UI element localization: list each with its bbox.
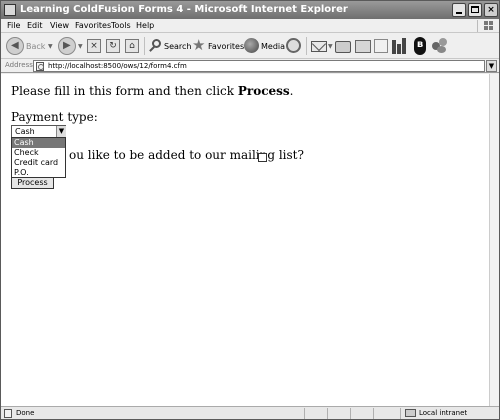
chevron-down-icon: ▼ <box>488 62 495 70</box>
address-bar: Address http://localhost:8500/ows/12/for… <box>1 59 499 73</box>
address-input[interactable]: http://localhost:8500/ows/12/form4.cfm <box>33 60 485 72</box>
menu-file[interactable]: File <box>7 21 20 30</box>
menu-bar: File Edit View Favorites Tools Help <box>1 19 499 33</box>
history-icon[interactable] <box>286 38 301 53</box>
mail-dropdown-icon[interactable]: ▼ <box>328 43 333 50</box>
close-icon: × <box>487 5 495 15</box>
home-button[interactable]: ⌂ <box>125 39 139 53</box>
intranet-zone-icon <box>405 409 416 417</box>
page-icon <box>4 409 12 418</box>
page-content: Please fill in this form and then click … <box>1 74 489 406</box>
status-divider <box>304 408 305 419</box>
toolbar: ◀ Back ▼ ▶ ▼ × ↻ ⌂ Search ★ Favorites Me… <box>1 33 499 59</box>
status-divider <box>350 408 351 419</box>
research-icon[interactable] <box>392 38 408 54</box>
back-button[interactable]: ◀ <box>6 37 24 55</box>
intro-suffix: . <box>289 84 294 98</box>
minimize-icon <box>456 12 462 14</box>
intro-process-word: Process <box>237 84 290 98</box>
forward-button[interactable]: ▶ <box>58 37 76 55</box>
address-dropdown-button[interactable]: ▼ <box>486 60 497 72</box>
chevron-down-icon: ▼ <box>58 127 65 135</box>
payment-type-options: Cash Check Credit card P.O. <box>11 137 66 178</box>
forward-dropdown-icon[interactable]: ▼ <box>78 43 83 50</box>
payment-type-label: Payment type: <box>11 110 98 124</box>
edit-icon[interactable] <box>355 40 371 53</box>
minimize-button[interactable] <box>452 3 466 17</box>
option-check[interactable]: Check <box>12 148 65 158</box>
forward-arrow-icon: ▶ <box>63 40 71 51</box>
back-label[interactable]: Back <box>26 42 45 51</box>
toolbar-separator <box>144 37 145 55</box>
status-text: Done <box>16 409 35 417</box>
status-bar: Done Local intranet <box>1 406 499 419</box>
security-zone: Local intranet <box>419 409 468 417</box>
messenger-icon[interactable] <box>432 38 448 54</box>
address-label: Address <box>5 61 33 69</box>
mailing-list-checkbox[interactable] <box>258 153 267 162</box>
browser-window: Learning ColdFusion Forms 4 - Microsoft … <box>0 0 500 420</box>
menu-edit[interactable]: Edit <box>27 21 43 30</box>
home-icon: ⌂ <box>129 41 135 51</box>
menu-tools[interactable]: Tools <box>111 21 131 30</box>
back-arrow-icon: ◀ <box>11 40 19 51</box>
menu-help[interactable]: Help <box>136 21 154 30</box>
maximize-button[interactable] <box>468 3 482 17</box>
refresh-icon: ↻ <box>109 41 117 51</box>
bluetooth-icon[interactable]: ʙ <box>414 37 426 55</box>
search-button[interactable]: Search <box>164 42 191 51</box>
intro-prefix: Please fill in this form and then click <box>11 84 238 98</box>
address-url[interactable]: http://localhost:8500/ows/12/form4.cfm <box>48 62 187 70</box>
option-credit-card[interactable]: Credit card <box>12 158 65 168</box>
title-bar[interactable]: Learning ColdFusion Forms 4 - Microsoft … <box>1 1 499 19</box>
toolbar-separator <box>306 37 307 55</box>
menu-favorites[interactable]: Favorites <box>75 21 111 30</box>
stop-icon: × <box>90 41 98 51</box>
mail-icon[interactable] <box>311 41 327 52</box>
refresh-button[interactable]: ↻ <box>106 39 120 53</box>
favorites-star-icon[interactable]: ★ <box>192 38 205 56</box>
windows-logo <box>477 20 497 32</box>
intro-text: Please fill in this form and then click … <box>11 84 294 98</box>
stop-button[interactable]: × <box>87 39 101 53</box>
print-icon[interactable] <box>335 41 351 53</box>
select-dropdown-button[interactable]: ▼ <box>56 126 66 137</box>
favorites-button[interactable]: Favorites <box>208 42 244 51</box>
back-dropdown-icon[interactable]: ▼ <box>48 43 53 50</box>
discuss-icon[interactable] <box>374 39 388 53</box>
app-icon <box>4 4 16 16</box>
media-button[interactable]: Media <box>261 42 285 51</box>
option-cash[interactable]: Cash <box>12 138 65 148</box>
maximize-icon <box>471 6 479 13</box>
status-divider <box>327 408 328 419</box>
status-divider <box>400 408 401 419</box>
search-icon[interactable] <box>149 39 163 53</box>
media-icon[interactable] <box>244 38 259 53</box>
status-divider <box>373 408 374 419</box>
vertical-scrollbar[interactable] <box>489 74 499 406</box>
menu-view[interactable]: View <box>50 21 69 30</box>
window-title: Learning ColdFusion Forms 4 - Microsoft … <box>20 4 348 15</box>
payment-type-value: Cash <box>15 127 35 136</box>
close-button[interactable]: × <box>484 3 498 17</box>
windows-logo-icon <box>484 21 494 30</box>
page-icon <box>36 62 44 71</box>
option-po[interactable]: P.O. <box>12 168 65 178</box>
process-button[interactable]: Process <box>11 177 54 189</box>
